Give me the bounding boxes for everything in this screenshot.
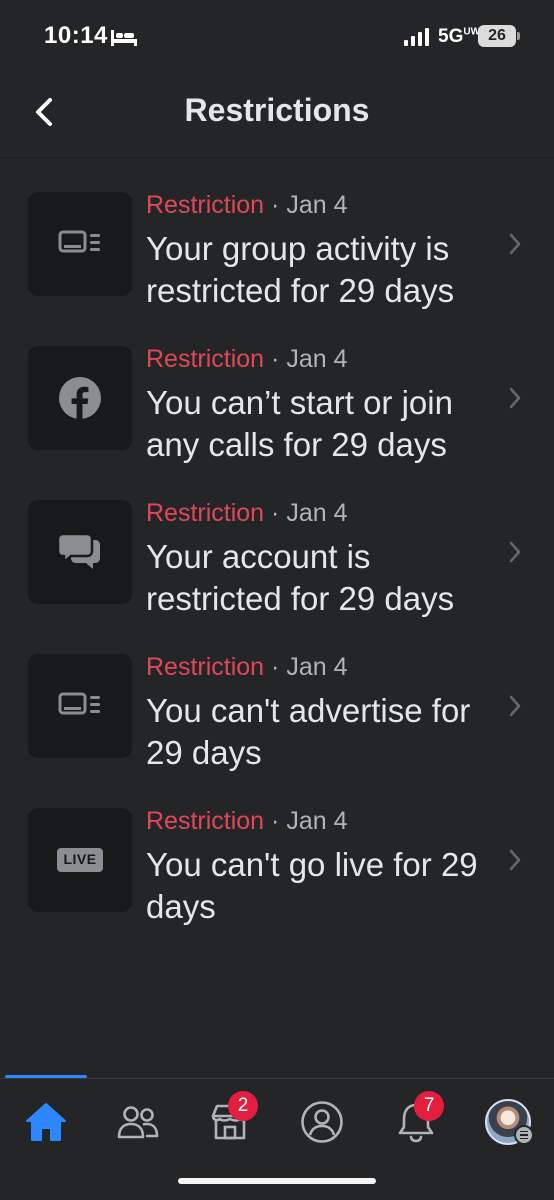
tab-friends[interactable] (108, 1097, 168, 1147)
item-text: Restriction · Jan 4 Your account is rest… (146, 484, 494, 620)
facebook-icon (59, 377, 101, 419)
battery-level: 26 (488, 27, 506, 44)
chevron-right-icon (509, 695, 521, 717)
restriction-thumbnail (28, 192, 132, 296)
cellular-signal-icon (404, 28, 429, 46)
restriction-label: Restriction (146, 345, 265, 373)
chevron-right-icon (509, 387, 521, 409)
item-text: Restriction · Jan 4 Your group activity … (146, 176, 494, 312)
tab-notifications[interactable]: 7 (386, 1091, 446, 1147)
battery-indicator: 26 (478, 25, 520, 47)
restriction-label: Restriction (146, 191, 265, 219)
chevron-right-icon (509, 233, 521, 255)
restriction-title: You can't advertise for 29 days (146, 692, 471, 771)
tab-marketplace[interactable]: 2 (200, 1091, 260, 1147)
restriction-date: Jan 4 (286, 653, 348, 681)
item-meta: Restriction · Jan 4 (146, 342, 494, 376)
meta-separator: · (271, 807, 280, 835)
meta-separator: · (271, 345, 280, 373)
status-bar: 10:14 5GUW 26 (0, 0, 554, 72)
restriction-thumbnail: LIVE (28, 808, 132, 912)
item-text: Restriction · Jan 4 You can't advertise … (146, 638, 494, 774)
tab-home[interactable] (16, 1097, 76, 1147)
friends-icon (117, 1106, 159, 1139)
monitor-list-icon (58, 230, 100, 253)
restriction-date: Jan 4 (286, 499, 348, 527)
battery-tip (517, 32, 520, 40)
live-icon-label: LIVE (63, 851, 97, 867)
chevron-right-icon (509, 849, 521, 871)
restriction-thumbnail (28, 654, 132, 758)
restriction-item[interactable]: LIVE Restriction · Jan 4 You can't go li… (0, 792, 554, 928)
item-meta: Restriction · Jan 4 (146, 496, 494, 530)
restriction-title: You can't go live for 29 days (146, 846, 478, 925)
tab-menu[interactable] (478, 1097, 538, 1147)
profile-icon (301, 1101, 343, 1143)
restriction-thumbnail (28, 500, 132, 604)
restriction-date: Jan 4 (286, 191, 348, 219)
restriction-item[interactable]: Restriction · Jan 4 Your group activity … (0, 176, 554, 312)
restriction-date: Jan 4 (286, 345, 348, 373)
home-indicator (178, 1178, 376, 1184)
item-meta: Restriction · Jan 4 (146, 188, 494, 222)
sleep-focus-icon (111, 30, 137, 46)
restriction-item[interactable]: Restriction · Jan 4 Your account is rest… (0, 484, 554, 620)
restrictions-list: Restriction · Jan 4 Your group activity … (0, 176, 554, 928)
restriction-item[interactable]: Restriction · Jan 4 You can't advertise … (0, 638, 554, 774)
restriction-title: Your group activity is restricted for 29… (146, 230, 455, 309)
item-meta: Restriction · Jan 4 (146, 650, 494, 684)
meta-separator: · (271, 653, 280, 681)
restriction-title: Your account is restricted for 29 days (146, 538, 455, 617)
restriction-label: Restriction (146, 653, 265, 681)
chevron-right-icon (509, 541, 521, 563)
restriction-label: Restriction (146, 807, 265, 835)
live-icon: LIVE (57, 848, 103, 872)
monitor-list-icon (58, 692, 100, 715)
meta-separator: · (271, 499, 280, 527)
restriction-label: Restriction (146, 499, 265, 527)
network-type: 5GUW (438, 26, 481, 47)
item-meta: Restriction · Jan 4 (146, 804, 494, 838)
item-text: Restriction · Jan 4 You can't go live fo… (146, 792, 494, 928)
restriction-item[interactable]: Restriction · Jan 4 You can’t start or j… (0, 330, 554, 466)
home-icon (26, 1103, 66, 1141)
header: Restrictions (0, 72, 554, 158)
restriction-title: You can’t start or join any calls for 29… (146, 384, 453, 463)
chat-bubbles-icon (57, 532, 100, 569)
restriction-date: Jan 4 (286, 807, 348, 835)
item-text: Restriction · Jan 4 You can’t start or j… (146, 330, 494, 466)
menu-icon (514, 1125, 534, 1145)
tab-profile[interactable] (292, 1097, 352, 1147)
status-time: 10:14 (44, 22, 108, 49)
marketplace-badge: 2 (228, 1091, 258, 1121)
meta-separator: · (271, 191, 280, 219)
restriction-thumbnail (28, 346, 132, 450)
page-title: Restrictions (184, 92, 370, 128)
notifications-badge: 7 (414, 1091, 444, 1121)
